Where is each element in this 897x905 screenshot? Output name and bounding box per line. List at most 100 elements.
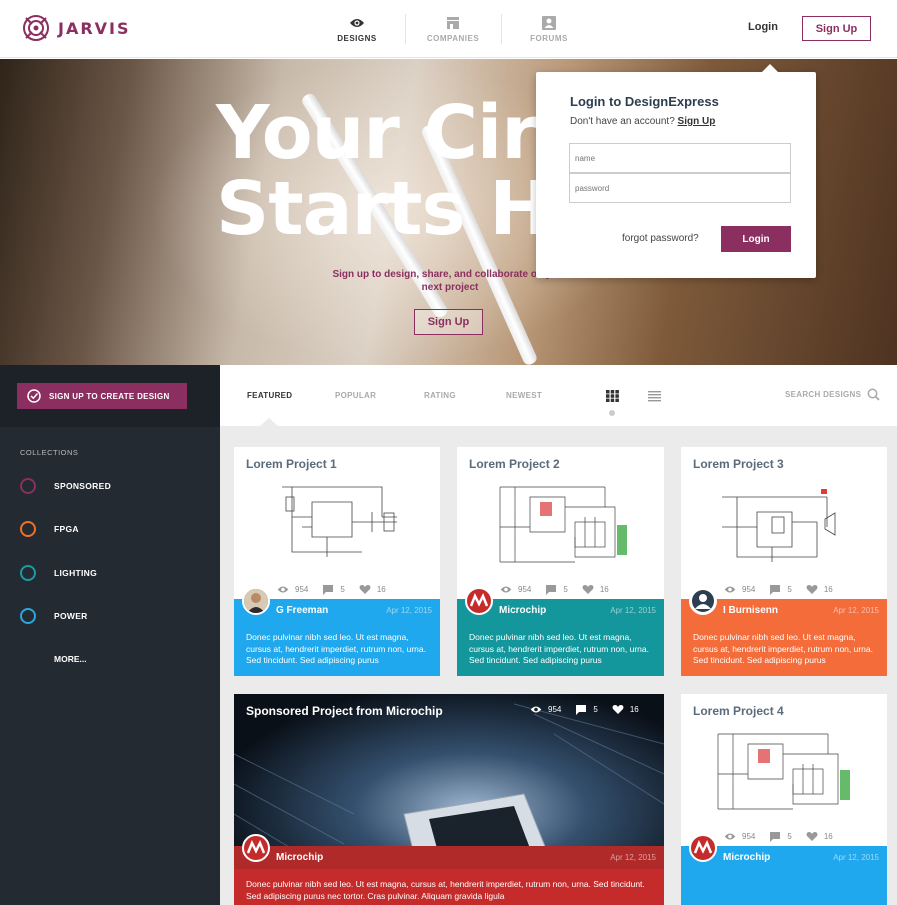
header-login-link[interactable]: Login (748, 21, 778, 33)
collection-power[interactable]: POWER (20, 608, 88, 624)
card-title: Sponsored Project from Microchip (246, 704, 443, 718)
collection-label: SPONSORED (54, 481, 112, 491)
nav-companies[interactable]: COMPANIES (405, 0, 501, 58)
post-date: Apr 12, 2015 (386, 606, 432, 615)
post-date: Apr 12, 2015 (610, 853, 656, 862)
comments-count: 5 (787, 832, 792, 841)
comments-count: 5 (563, 585, 568, 594)
card-title: Lorem Project 3 (693, 457, 784, 471)
likes-count: 16 (599, 585, 609, 594)
hero-title-line-2: Starts H (216, 166, 551, 252)
views-stat: 954 (277, 584, 308, 595)
eye-icon (530, 706, 542, 713)
target-logo-icon (23, 15, 49, 41)
tab-rating[interactable]: RATING (424, 391, 456, 400)
eye-icon (500, 586, 512, 593)
collection-label: FPGA (54, 524, 79, 534)
avatar[interactable] (689, 587, 717, 615)
create-bar: SIGN UP TO CREATE DESIGN (0, 365, 220, 427)
tab-newest[interactable]: NEWEST (506, 391, 542, 400)
tabs-bar: FEATURED POPULAR RATING NEWEST SEARCH DE… (220, 365, 897, 426)
avatar[interactable] (242, 587, 270, 615)
popup-login-button[interactable]: Login (721, 226, 791, 252)
search-designs-label: SEARCH DESIGNS (785, 390, 862, 399)
collection-fpga[interactable]: FPGA (20, 521, 79, 537)
card-description: Donec pulvinar nibh sed leo. Ut est magn… (681, 622, 887, 676)
microchip-logo-icon (693, 839, 713, 854)
post-date: Apr 12, 2015 (610, 606, 656, 615)
author-name[interactable]: Microchip (723, 852, 770, 863)
hero-signup-button[interactable]: Sign Up (414, 309, 483, 335)
views-count: 954 (518, 585, 532, 594)
heart-icon (359, 585, 371, 594)
no-account-text: Don't have an account? (570, 116, 675, 127)
avatar[interactable] (242, 834, 270, 862)
forgot-password-link[interactable]: forgot password? (622, 233, 699, 244)
likes-stat: 16 (806, 831, 833, 842)
grid-view-icon[interactable] (606, 390, 619, 402)
nav-designs[interactable]: DESIGNS (309, 0, 405, 58)
name-field[interactable] (569, 143, 791, 173)
nav-forums[interactable]: FORUMS (501, 0, 597, 58)
views-stat: 954 (500, 584, 531, 595)
tab-popular[interactable]: POPULAR (335, 391, 376, 400)
author-name[interactable]: Microchip (499, 605, 546, 616)
logo[interactable]: JARVIS (22, 14, 131, 42)
eye-icon (724, 586, 736, 593)
project-card-4[interactable]: Lorem Project 4 954 5 16 Microchip Apr 1… (681, 694, 887, 905)
views-stat: 954 (724, 831, 755, 842)
views-count: 954 (548, 705, 562, 714)
create-design-label: SIGN UP TO CREATE DESIGN (49, 391, 170, 401)
collection-label: POWER (54, 611, 88, 621)
collection-lighting[interactable]: LIGHTING (20, 565, 97, 581)
collections-heading: COLLECTIONS (20, 448, 79, 457)
microchip-logo-icon (469, 592, 489, 607)
author-name[interactable]: I Burnisenn (723, 605, 778, 616)
sponsored-project-card[interactable]: Sponsored Project from Microchip 954 5 1… (234, 694, 664, 905)
comment-icon (770, 832, 781, 842)
heart-icon (582, 585, 594, 594)
card-title: Lorem Project 1 (246, 457, 337, 471)
microchip-logo-icon (246, 839, 266, 854)
collections-more-link[interactable]: MORE... (54, 654, 87, 664)
likes-count: 16 (376, 585, 386, 594)
collection-sponsored[interactable]: SPONSORED (20, 478, 111, 494)
card-description: Donec pulvinar nibh sed leo. Ut est magn… (234, 869, 664, 905)
popup-signup-link[interactable]: Sign Up (678, 116, 716, 127)
check-circle-icon (27, 389, 41, 403)
views-count: 954 (295, 585, 309, 594)
create-design-button[interactable]: SIGN UP TO CREATE DESIGN (17, 383, 187, 409)
brand-name: JARVIS (58, 18, 131, 38)
card-title: Lorem Project 2 (469, 457, 560, 471)
project-card-3[interactable]: Lorem Project 3 954 5 16 I Burnisenn Apr… (681, 447, 887, 676)
avatar[interactable] (465, 587, 493, 615)
user-placeholder-icon (692, 590, 714, 612)
card-description: Donec pulvinar nibh sed leo. Ut est magn… (457, 622, 664, 676)
tab-featured[interactable]: FEATURED (247, 391, 292, 400)
list-view-icon[interactable] (648, 390, 661, 402)
avatar[interactable] (689, 834, 717, 862)
likes-stat: 16 (359, 584, 386, 595)
name-input[interactable] (575, 154, 785, 163)
password-field[interactable] (569, 173, 791, 203)
comments-count: 5 (340, 585, 345, 594)
header-signup-button[interactable]: Sign Up (802, 16, 871, 41)
collection-ring-icon (20, 608, 36, 624)
schematic-thumbnail (717, 733, 850, 810)
comments-count: 5 (787, 585, 792, 594)
eye-icon (277, 586, 289, 593)
project-card-1[interactable]: Lorem Project 1 954 5 16 G Freeman Apr 1… (234, 447, 440, 676)
password-input[interactable] (575, 184, 785, 193)
hero-subtitle: Sign up to design, share, and collaborat… (332, 269, 568, 293)
view-indicator-dot (609, 410, 615, 416)
comments-stat: 5 (769, 584, 792, 595)
search-designs[interactable]: SEARCH DESIGNS (785, 388, 880, 401)
sidebar: SIGN UP TO CREATE DESIGN COLLECTIONS SPO… (0, 365, 220, 905)
login-popup-title: Login to DesignExpress (570, 94, 719, 109)
author-name[interactable]: G Freeman (276, 605, 328, 616)
author-name[interactable]: Microchip (276, 852, 323, 863)
comments-stat: 5 (545, 584, 568, 595)
project-card-2[interactable]: Lorem Project 2 954 5 16 Microchip Apr 1… (457, 447, 664, 676)
likes-stat: 16 (612, 704, 639, 715)
comment-icon (576, 705, 587, 715)
